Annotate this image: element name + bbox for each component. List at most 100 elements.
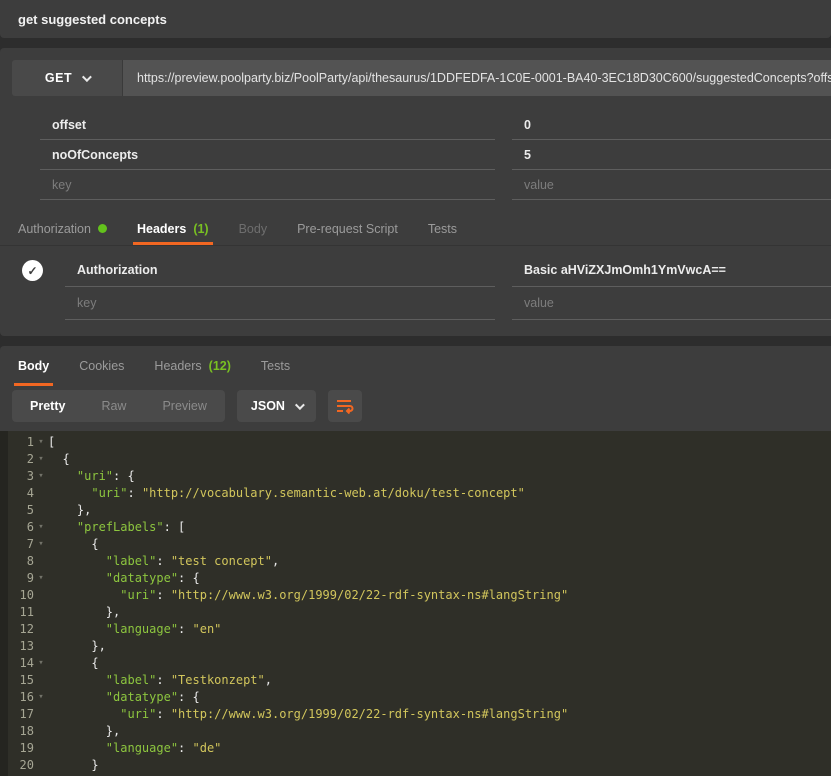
code-fold-icon[interactable]: ▾: [34, 451, 48, 468]
checkbox-checked-icon[interactable]: ✓: [22, 260, 43, 281]
code-line: 15 "label": "Testkonzept",: [0, 672, 831, 689]
code-token: "http://www.w3.org/1999/02/22-rdf-syntax…: [171, 588, 568, 602]
code-token: :: [156, 673, 170, 687]
request-tab-authorization[interactable]: Authorization: [18, 212, 107, 245]
header-key-field[interactable]: key: [65, 287, 495, 320]
http-method-label: GET: [45, 71, 72, 85]
wrap-text-button[interactable]: [328, 390, 362, 422]
view-mode-switch: PrettyRawPreview: [12, 390, 225, 422]
code-text: "label": "Testkonzept",: [48, 672, 831, 689]
chevron-down-icon: [295, 400, 305, 410]
url-input[interactable]: https://preview.poolparty.biz/PoolParty/…: [123, 60, 831, 96]
authorized-status-dot: [98, 224, 107, 233]
response-tab-cookies[interactable]: Cookies: [79, 346, 124, 386]
code-fold-spacer: [34, 485, 48, 502]
param-value-text: value: [524, 178, 554, 192]
request-tab-body[interactable]: Body: [239, 212, 268, 245]
code-text: },: [48, 638, 831, 655]
param-key-field[interactable]: key: [40, 170, 495, 200]
code-line: 16▾ "datatype": {: [0, 689, 831, 706]
code-fold-icon[interactable]: ▾: [34, 468, 48, 485]
code-token: ,: [265, 673, 272, 687]
tab-count-badge: (1): [193, 222, 208, 236]
param-value-field[interactable]: 5: [512, 140, 831, 170]
param-value-field[interactable]: 0: [512, 110, 831, 140]
param-key-field[interactable]: offset: [40, 110, 495, 140]
code-token: ,: [272, 554, 279, 568]
response-body-viewer[interactable]: 1▾[2▾ {3▾ "uri": {4 "uri": "http://vocab…: [0, 431, 831, 776]
header-key-field[interactable]: Authorization: [65, 254, 495, 287]
format-dropdown[interactable]: JSON: [237, 390, 316, 422]
tab-label: Body: [18, 359, 49, 373]
request-tab-headers[interactable]: Headers(1): [137, 212, 209, 245]
code-fold-icon[interactable]: ▾: [34, 536, 48, 553]
header-checkbox-cell: ✓: [0, 254, 65, 287]
line-number: 8: [0, 553, 34, 570]
code-line: 5 },: [0, 502, 831, 519]
code-fold-spacer: [34, 604, 48, 621]
response-tab-tests[interactable]: Tests: [261, 346, 290, 386]
request-tab-pre-request-script[interactable]: Pre-request Script: [297, 212, 398, 245]
code-fold-spacer: [34, 757, 48, 774]
param-value-field[interactable]: value: [512, 170, 831, 200]
code-text: {: [48, 451, 831, 468]
code-line: 10 "uri": "http://www.w3.org/1999/02/22-…: [0, 587, 831, 604]
param-key-text: offset: [52, 118, 86, 132]
code-fold-icon[interactable]: ▾: [34, 434, 48, 451]
code-fold-icon[interactable]: ▾: [34, 689, 48, 706]
line-number: 6: [0, 519, 34, 536]
response-tab-headers[interactable]: Headers(12): [154, 346, 230, 386]
code-token: "label": [106, 673, 157, 687]
query-params-editor: offset 0 noOfConcepts 5 key value: [0, 110, 831, 200]
code-token: "http://www.w3.org/1999/02/22-rdf-syntax…: [171, 707, 568, 721]
code-fold-spacer: [34, 638, 48, 655]
tab-label: Body: [239, 222, 268, 236]
code-text: "prefLabels": [: [48, 519, 831, 536]
param-value-text: 0: [524, 118, 531, 132]
code-text: "language": "en": [48, 621, 831, 638]
line-number: 11: [0, 604, 34, 621]
code-token: :: [127, 486, 141, 500]
header-key-text: key: [77, 296, 96, 310]
header-row: ✓ Authorization Basic aHViZXJmOmh1YmVwcA==: [0, 254, 831, 287]
response-tab-body[interactable]: Body: [18, 346, 49, 386]
code-token: {: [91, 537, 98, 551]
code-line: 1▾[: [0, 434, 831, 451]
header-value-text: value: [524, 296, 554, 310]
code-fold-spacer: [34, 502, 48, 519]
code-line: 20 }: [0, 757, 831, 774]
tab-label: Pre-request Script: [297, 222, 398, 236]
code-text: "label": "test concept",: [48, 553, 831, 570]
http-method-dropdown[interactable]: GET: [12, 60, 123, 96]
line-number: 14: [0, 655, 34, 672]
code-token: },: [106, 605, 120, 619]
response-tab-bar: Body Cookies Headers(12) Tests: [0, 346, 831, 386]
tab-label: Headers: [154, 359, 201, 373]
header-value-field[interactable]: Basic aHViZXJmOmh1YmVwcA==: [512, 254, 831, 287]
code-fold-icon[interactable]: ▾: [34, 655, 48, 672]
code-token: }: [91, 758, 98, 772]
view-mode-raw[interactable]: Raw: [83, 390, 144, 422]
line-number: 5: [0, 502, 34, 519]
code-token: : {: [113, 469, 135, 483]
url-row: GET https://preview.poolparty.biz/PoolPa…: [12, 60, 831, 96]
code-token: "de": [193, 741, 222, 755]
code-fold-icon[interactable]: ▾: [34, 570, 48, 587]
tab-label: Tests: [261, 359, 290, 373]
view-mode-pretty[interactable]: Pretty: [12, 390, 83, 422]
header-value-field[interactable]: value: [512, 287, 831, 320]
code-token: : {: [178, 690, 200, 704]
code-text: }: [48, 757, 831, 774]
code-line: 12 "language": "en": [0, 621, 831, 638]
code-fold-icon[interactable]: ▾: [34, 519, 48, 536]
param-key-field[interactable]: noOfConcepts: [40, 140, 495, 170]
view-mode-preview[interactable]: Preview: [144, 390, 224, 422]
request-name: get suggested concepts: [18, 12, 167, 27]
word-wrap-icon: [336, 398, 354, 414]
code-fold-spacer: [34, 740, 48, 757]
request-headers-editor: ✓ Authorization Basic aHViZXJmOmh1YmVwcA==…: [0, 254, 831, 336]
code-text: "uri": "http://www.w3.org/1999/02/22-rdf…: [48, 587, 831, 604]
code-token: "uri": [91, 486, 127, 500]
line-number: 12: [0, 621, 34, 638]
request-tab-tests[interactable]: Tests: [428, 212, 457, 245]
